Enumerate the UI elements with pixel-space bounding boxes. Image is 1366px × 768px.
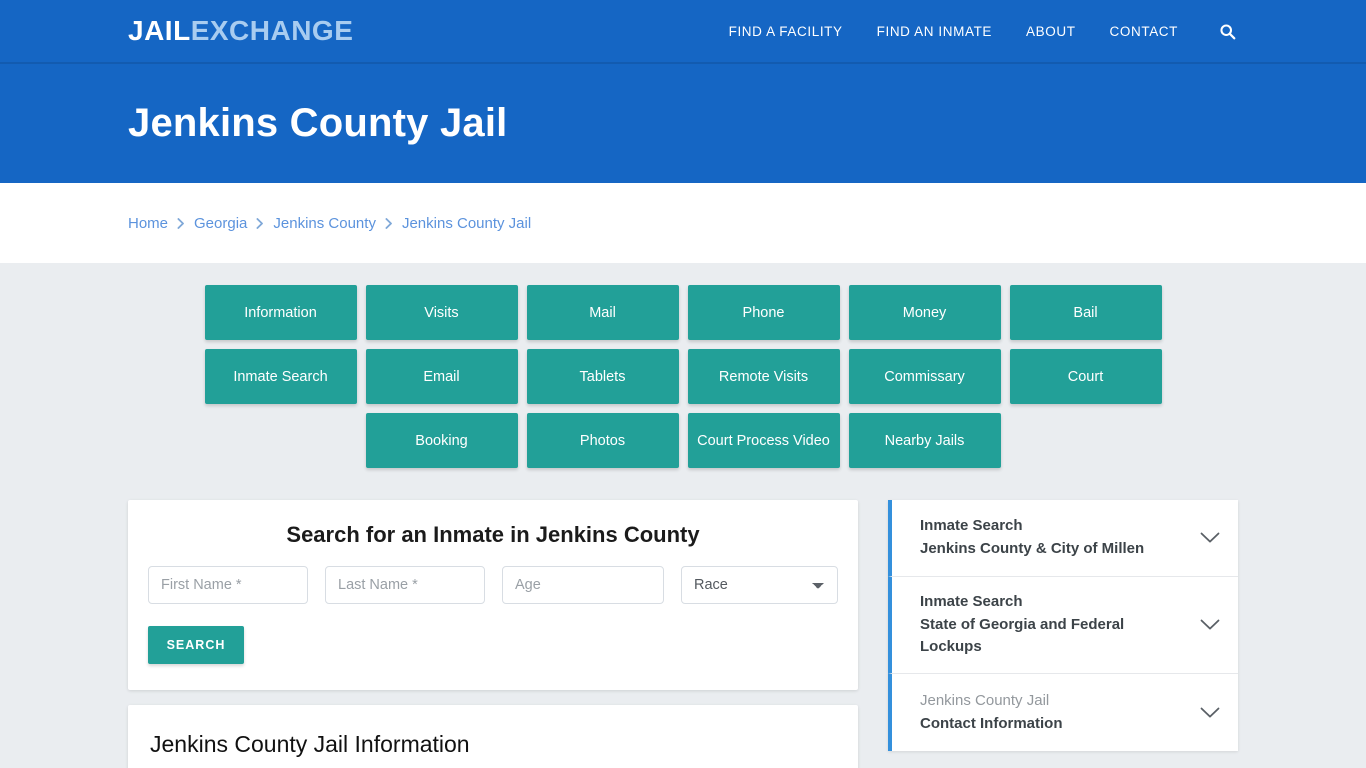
tile-bail[interactable]: Bail xyxy=(1009,285,1162,340)
accordion-line-2: Jenkins County & City of Millen xyxy=(920,540,1145,557)
site-logo[interactable]: JAILEXCHANGE xyxy=(128,17,353,45)
jail-information-heading: Jenkins County Jail Information xyxy=(150,731,470,757)
accordion-item-label: Inmate Search Jenkins County & City of M… xyxy=(920,515,1144,560)
accordion-item-label: Inmate Search State of Georgia and Feder… xyxy=(920,591,1190,659)
nav-item-contact[interactable]: CONTACT xyxy=(1110,24,1178,39)
tile-email[interactable]: Email xyxy=(365,349,518,404)
accordion-item-inmate-search-state[interactable]: Inmate Search State of Georgia and Feder… xyxy=(888,577,1238,675)
search-button[interactable]: SEARCH xyxy=(148,626,244,664)
main-column: Search for an Inmate in Jenkins County R… xyxy=(128,500,858,768)
breadcrumb: Home Georgia Jenkins County Jenkins Coun… xyxy=(128,215,531,232)
breadcrumb-item-home[interactable]: Home xyxy=(128,215,168,232)
chevron-right-icon xyxy=(256,217,264,229)
race-select[interactable]: Race xyxy=(681,566,838,604)
nav-item-find-an-inmate[interactable]: FIND AN INMATE xyxy=(877,24,992,39)
search-icon[interactable] xyxy=(1216,20,1238,42)
sidebar-column: Inmate Search Jenkins County & City of M… xyxy=(888,500,1238,752)
page-body: Information Visits Mail Phone Money Bail… xyxy=(0,263,1366,768)
inmate-search-heading: Search for an Inmate in Jenkins County xyxy=(286,522,700,547)
tile-court[interactable]: Court xyxy=(1009,349,1162,404)
facility-section-tiles: Information Visits Mail Phone Money Bail… xyxy=(138,285,1228,468)
tile-photos[interactable]: Photos xyxy=(526,413,679,468)
tile-phone[interactable]: Phone xyxy=(687,285,840,340)
tile-mail[interactable]: Mail xyxy=(526,285,679,340)
chevron-down-icon[interactable] xyxy=(1200,532,1220,544)
nav-item-about[interactable]: ABOUT xyxy=(1026,24,1076,39)
tile-visits[interactable]: Visits xyxy=(365,285,518,340)
page-title: Jenkins County Jail xyxy=(128,101,508,145)
tile-remote-visits[interactable]: Remote Visits xyxy=(687,349,840,404)
tile-commissary[interactable]: Commissary xyxy=(848,349,1001,404)
accordion-item-label: Jenkins County Jail Contact Information xyxy=(920,690,1063,735)
hero-banner: Jenkins County Jail xyxy=(0,64,1366,183)
content-columns: Search for an Inmate in Jenkins County R… xyxy=(128,500,1238,768)
age-input[interactable] xyxy=(502,566,664,604)
jail-information-card: Jenkins County Jail Information xyxy=(128,705,858,768)
first-name-input[interactable] xyxy=(148,566,308,604)
accordion-line-1: Inmate Search xyxy=(920,517,1023,535)
tile-information[interactable]: Information xyxy=(204,285,357,340)
accordion-item-inmate-search-county[interactable]: Inmate Search Jenkins County & City of M… xyxy=(888,500,1238,577)
tile-court-process-video[interactable]: Court Process Video xyxy=(687,413,840,468)
chevron-down-icon[interactable] xyxy=(1200,707,1220,719)
accordion-line-1: Jenkins County Jail xyxy=(920,691,1050,709)
tile-booking[interactable]: Booking xyxy=(365,413,518,468)
breadcrumb-item-current: Jenkins County Jail xyxy=(401,214,532,232)
breadcrumb-item-jenkins-county[interactable]: Jenkins County xyxy=(273,215,376,232)
breadcrumb-band: Home Georgia Jenkins County Jenkins Coun… xyxy=(0,183,1366,263)
tile-nearby-jails[interactable]: Nearby Jails xyxy=(848,413,1001,468)
accordion-line-2: State of Georgia and Federal Lockups xyxy=(920,615,1125,656)
primary-nav: FIND A FACILITY FIND AN INMATE ABOUT CON… xyxy=(729,20,1238,42)
accordion-item-contact-information[interactable]: Jenkins County Jail Contact Information xyxy=(888,674,1238,752)
accordion-line-1: Inmate Search xyxy=(920,593,1023,610)
top-navbar: JAILEXCHANGE FIND A FACILITY FIND AN INM… xyxy=(0,0,1366,64)
breadcrumb-item-georgia[interactable]: Georgia xyxy=(194,215,247,232)
tile-inmate-search[interactable]: Inmate Search xyxy=(204,349,357,404)
inmate-search-card: Search for an Inmate in Jenkins County R… xyxy=(128,500,858,690)
logo-text-exchange: EXCHANGE xyxy=(190,15,354,46)
chevron-right-icon xyxy=(385,217,393,229)
accordion-line-2: Contact Information xyxy=(920,714,1063,732)
tile-tablets[interactable]: Tablets xyxy=(526,349,679,404)
tile-money[interactable]: Money xyxy=(848,285,1001,340)
nav-item-find-a-facility[interactable]: FIND A FACILITY xyxy=(729,24,843,39)
last-name-input[interactable] xyxy=(325,566,485,604)
chevron-down-icon[interactable] xyxy=(1200,619,1220,631)
inmate-search-fields: Race xyxy=(148,566,838,604)
sidebar-accordion: Inmate Search Jenkins County & City of M… xyxy=(888,500,1238,752)
chevron-right-icon xyxy=(177,217,185,229)
logo-text-jail: JAIL xyxy=(128,15,191,46)
